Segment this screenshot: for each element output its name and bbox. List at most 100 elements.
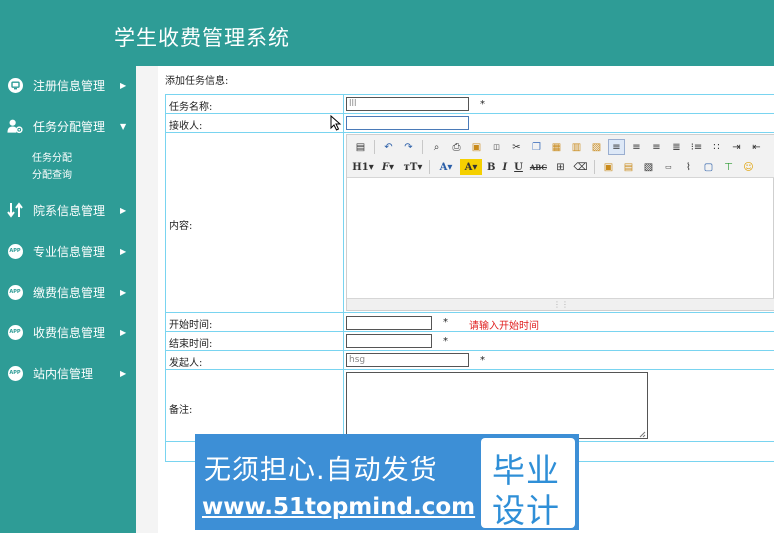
code-icon[interactable]: ◫: [488, 139, 505, 155]
end-time-input[interactable]: [346, 334, 432, 348]
remark-textarea[interactable]: [346, 372, 648, 439]
undo-icon[interactable]: ↶: [380, 139, 397, 155]
start-time-label: 开始时间:: [169, 320, 213, 331]
chevron-right-icon: ▶: [120, 287, 127, 297]
anchor-icon[interactable]: ⊤: [720, 159, 737, 175]
redo-icon[interactable]: ↷: [400, 139, 417, 155]
content-gutter: [136, 66, 158, 533]
sidebar-subitem-task-assign[interactable]: 任务分配: [32, 149, 72, 164]
underline-button[interactable]: U: [512, 159, 525, 175]
editor-resize-handle[interactable]: ⋮⋮: [347, 298, 774, 310]
flash-icon[interactable]: ▤: [620, 159, 637, 175]
print-icon[interactable]: ⎙: [448, 139, 465, 155]
map-icon[interactable]: ▢: [700, 159, 717, 175]
media-icon[interactable]: ▧: [640, 159, 657, 175]
copy-icon[interactable]: ❐: [528, 139, 545, 155]
task-name-input[interactable]: [346, 97, 469, 111]
divider: [165, 369, 774, 370]
highlight-color-dropdown[interactable]: A ▾: [460, 159, 482, 175]
paste-word-icon[interactable]: ▧: [588, 139, 605, 155]
app-title: 学生收费管理系统: [114, 26, 290, 50]
align-left-icon[interactable]: ≡: [608, 139, 625, 155]
paste-text-icon[interactable]: ▥: [568, 139, 585, 155]
italic-button[interactable]: I: [500, 159, 509, 175]
chevron-right-icon: ▶: [120, 368, 127, 378]
outdent-icon[interactable]: ⇤: [748, 139, 765, 155]
receiver-label: 接收人:: [169, 121, 203, 132]
sidebar-subitem-assign-query[interactable]: 分配查询: [32, 166, 72, 181]
required-mark: *: [443, 336, 448, 347]
bold-button[interactable]: B: [485, 159, 497, 175]
sidebar-item-label: 专业信息管理: [33, 244, 106, 259]
eraser-icon[interactable]: ⌫: [572, 159, 589, 175]
toolbar-separator: [374, 140, 375, 154]
paste-icon[interactable]: ▦: [548, 139, 565, 155]
unordered-list-icon[interactable]: ∷: [708, 139, 725, 155]
task-name-label: 任务名称:: [169, 102, 213, 113]
strikethrough-button[interactable]: ABC: [528, 159, 549, 175]
sidebar-item-label: 缴费信息管理: [33, 285, 106, 300]
divider: [165, 350, 774, 351]
rich-text-editor[interactable]: ▤ ↶ ↷ ⌕ ⎙ ▣ ◫ ✂ ❐ ▦ ▥ ▧ ≡ ≡ ≡ ≣ ⁝≡ ∷ ⇥ ⇤…: [346, 134, 774, 311]
image-icon[interactable]: ▣: [600, 159, 617, 175]
text-color-dropdown[interactable]: A ▾: [435, 159, 457, 175]
required-mark: *: [443, 317, 448, 328]
editor-body[interactable]: [347, 178, 774, 299]
app-icon: APP: [7, 324, 23, 340]
form-section-title: 添加任务信息:: [165, 76, 229, 87]
heading-dropdown[interactable]: H1 ▾: [352, 159, 374, 175]
watermark-badge-bottom: 设计: [492, 491, 560, 530]
sidebar-item-task-assignment[interactable]: 任务分配管理 ▼: [0, 113, 136, 139]
attachment-icon[interactable]: ⌇: [680, 159, 697, 175]
sidebar-item-label: 注册信息管理: [33, 78, 106, 93]
receiver-input[interactable]: [346, 116, 469, 130]
sidebar-item-registration[interactable]: 注册信息管理 ▶: [0, 72, 136, 98]
sidebar-item-label: 院系信息管理: [33, 203, 106, 218]
sidebar-item-messages[interactable]: APP 站内信管理 ▶: [0, 360, 136, 386]
editor-toolbar-row: H1 ▾ F ▾ тT ▾ A ▾ A ▾ B I U ABC ⊞ ⌫ ▣ ▤ ▧ ▭ ⌇…: [352, 158, 757, 176]
required-mark: *: [480, 99, 485, 110]
app-icon: APP: [7, 243, 23, 259]
chevron-down-icon: ▼: [120, 121, 127, 131]
sender-input[interactable]: [346, 353, 469, 367]
start-time-input[interactable]: [346, 316, 432, 330]
sender-label: 发起人:: [169, 358, 203, 369]
remark-label: 备注:: [169, 405, 193, 416]
sidebar-item-label: 任务分配管理: [33, 119, 106, 134]
divider: [343, 94, 344, 441]
font-size-dropdown[interactable]: тT ▾: [402, 159, 424, 175]
toolbar-separator: [429, 160, 430, 174]
ordered-list-icon[interactable]: ⁝≡: [688, 139, 705, 155]
sidebar-item-fee[interactable]: APP 收费信息管理 ▶: [0, 319, 136, 345]
sidebar-item-department[interactable]: 院系信息管理 ▶: [0, 197, 136, 223]
watermark-url: www.51topmind.com: [202, 494, 476, 520]
indent-icon[interactable]: ⇥: [728, 139, 745, 155]
swap-icon: [7, 202, 23, 218]
source-icon[interactable]: ▤: [352, 139, 369, 155]
emoticon-icon[interactable]: ☺: [740, 159, 757, 175]
watermark-badge: 毕业 设计: [481, 438, 575, 530]
sidebar-item-major[interactable]: APP 专业信息管理 ▶: [0, 238, 136, 264]
resize-grip-icon[interactable]: [639, 431, 646, 438]
template-icon[interactable]: ▣: [468, 139, 485, 155]
user-settings-icon: [7, 118, 23, 134]
cut-icon[interactable]: ✂: [508, 139, 525, 155]
toolbar-separator: [593, 160, 595, 174]
justify-icon[interactable]: ≣: [668, 139, 685, 155]
sidebar-item-label: 收费信息管理: [33, 325, 106, 340]
preview-icon[interactable]: ⌕: [428, 139, 445, 155]
mouse-cursor-icon: [330, 115, 342, 131]
monitor-icon: [7, 77, 23, 93]
align-right-icon[interactable]: ≡: [648, 139, 665, 155]
chevron-right-icon: ▶: [120, 205, 127, 215]
sidebar-item-payment[interactable]: APP 缴费信息管理 ▶: [0, 279, 136, 305]
divider: [165, 113, 774, 114]
link-icon[interactable]: ▭: [660, 159, 677, 175]
align-center-icon[interactable]: ≡: [628, 139, 645, 155]
end-time-label: 结束时间:: [169, 339, 213, 350]
table-icon[interactable]: ⊞: [552, 159, 569, 175]
font-family-dropdown[interactable]: F ▾: [377, 159, 399, 175]
sidebar: 注册信息管理 ▶ 任务分配管理 ▼ 任务分配 分配查询 院系信息管理 ▶ APP…: [0, 66, 136, 533]
validation-error: 请输入开始时间: [469, 321, 539, 332]
content-label: 内容:: [169, 221, 193, 232]
